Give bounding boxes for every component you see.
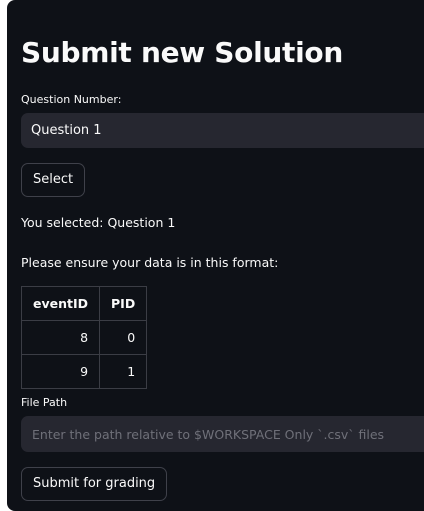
table-cell-pid: 0 — [99, 320, 148, 355]
table-cell-eventid: 9 — [20, 354, 101, 389]
question-select-value: Question 1 — [31, 123, 102, 138]
table-cell-eventid: 8 — [20, 320, 101, 355]
table-header-eventid: eventID — [20, 286, 101, 321]
question-number-label: Question Number: — [21, 93, 122, 106]
file-path-input[interactable] — [21, 416, 424, 452]
format-instructions: Please ensure your data is in this forma… — [21, 255, 279, 270]
format-table: eventID PID 8 0 9 1 — [20, 286, 148, 389]
submit-for-grading-button[interactable]: Submit for grading — [21, 467, 168, 501]
main-panel: Submit new Solution Question Number: Que… — [7, 0, 424, 511]
question-select[interactable]: Question 1 — [21, 113, 424, 148]
selection-text: You selected: Question 1 — [21, 215, 176, 230]
table-header-row: eventID PID — [20, 286, 148, 321]
table-header-pid: PID — [99, 286, 148, 321]
table-row: 8 0 — [20, 320, 148, 355]
table-cell-pid: 1 — [99, 354, 148, 389]
page-title: Submit new Solution — [21, 36, 343, 69]
file-path-label: File Path — [21, 396, 68, 409]
select-button[interactable]: Select — [21, 163, 86, 197]
table-row: 9 1 — [20, 354, 148, 389]
